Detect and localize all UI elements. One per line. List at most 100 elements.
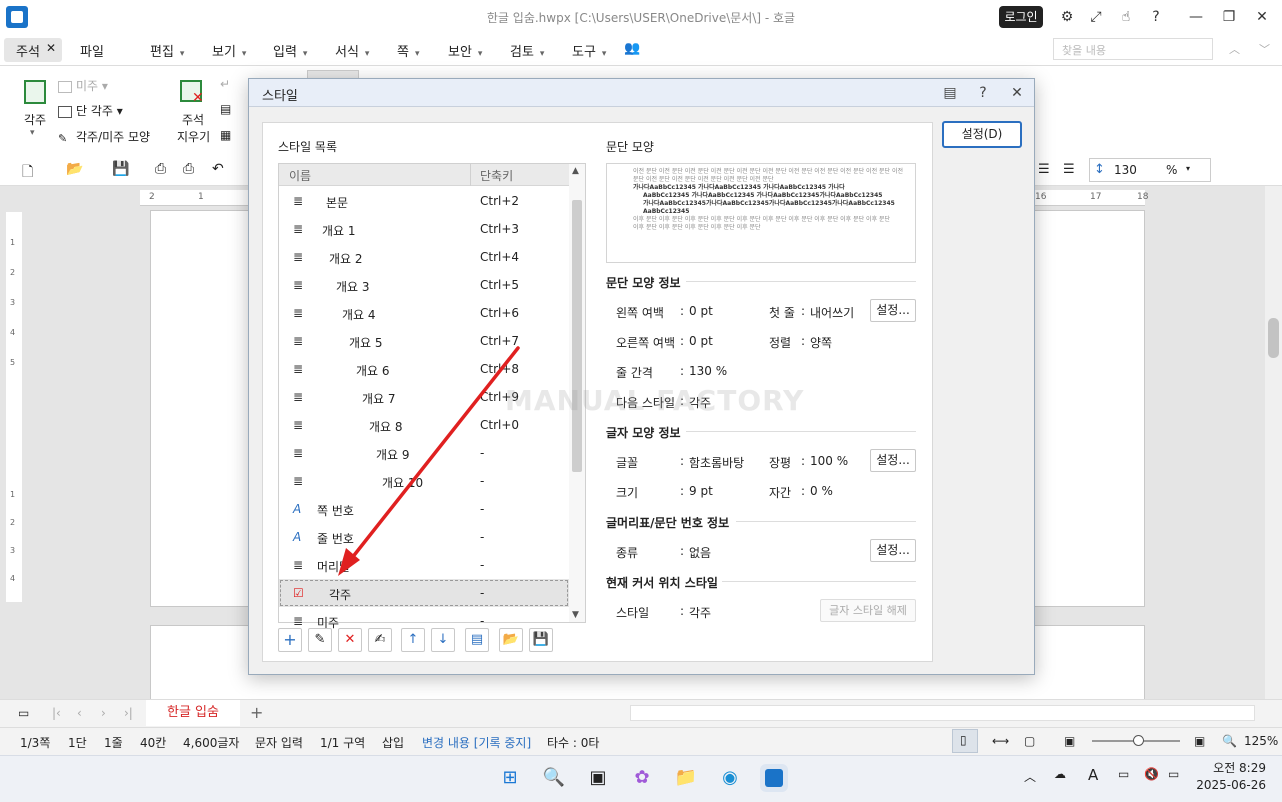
chevron-down-icon[interactable]: ﹀ <box>1259 41 1270 57</box>
ime-icon[interactable]: A <box>1088 766 1098 784</box>
open-style-icon[interactable]: 📂 <box>499 628 523 652</box>
import-style-icon[interactable]: ▤ <box>465 628 489 652</box>
open-folder-icon[interactable]: 📂 <box>66 161 83 177</box>
menu-page[interactable]: 쪽 ▾ <box>397 41 420 60</box>
zoom-slider-thumb[interactable] <box>1133 735 1144 746</box>
col-name-header[interactable]: 이름 <box>289 167 311 184</box>
footnote-shape-button[interactable]: ✎ 각주/미주 모양 <box>58 128 150 145</box>
edge-icon[interactable]: ◉ <box>716 764 744 792</box>
horizontal-scrollbar[interactable] <box>630 705 1255 721</box>
menu-security[interactable]: 보안 ▾ <box>448 41 482 60</box>
comment-list-icon[interactable]: ▦ <box>220 128 231 142</box>
release-char-style-button[interactable]: 글자 스타일 해제 <box>820 599 916 622</box>
menu-file[interactable]: 파일 <box>80 41 104 60</box>
save-icon[interactable]: 💾 <box>112 161 129 177</box>
login-button[interactable]: 로그인 <box>999 6 1043 28</box>
footnote-icon[interactable] <box>24 80 46 104</box>
page-view-icon[interactable]: ▯ <box>960 733 967 747</box>
copilot-icon[interactable]: ✿ <box>628 764 656 792</box>
move-down-icon[interactable]: ↓ <box>431 628 455 652</box>
col-shortcut-header[interactable]: 단축키 <box>480 167 513 184</box>
align-justify-icon[interactable]: ☰ <box>1038 162 1050 177</box>
print-preview-icon[interactable]: ⎙ <box>183 161 194 177</box>
first-tab-icon[interactable]: |‹ <box>52 706 61 720</box>
vertical-ruler[interactable]: 1 2 3 4 5 1 2 3 4 <box>6 212 22 602</box>
minimize-icon[interactable]: — <box>1187 8 1205 26</box>
status-input-mode[interactable]: 문자 입력 <box>255 734 303 751</box>
unit-dropdown-icon[interactable]: ▾ <box>1186 164 1190 173</box>
style-list-item[interactable]: ≣ 본문 Ctrl+2 <box>279 187 569 215</box>
scroll-up-icon[interactable]: ▲ <box>572 166 579 176</box>
search-icon[interactable]: 🔍 <box>540 764 568 792</box>
add-style-icon[interactable]: + <box>278 628 302 652</box>
menu-edit[interactable]: 편집 ▾ <box>150 41 184 60</box>
hand-icon[interactable]: ☝ <box>1117 8 1135 26</box>
tab-list-icon[interactable]: ▭ <box>18 706 29 720</box>
scroll-down-icon[interactable]: ▼ <box>572 610 579 620</box>
dialog-titlebar[interactable] <box>249 79 1034 107</box>
footnote-dropdown-icon[interactable]: ▾ <box>30 128 35 138</box>
fit-page-icon[interactable]: ▢ <box>1024 734 1035 748</box>
save-style-icon[interactable]: 💾 <box>529 628 553 652</box>
people-icon[interactable]: 👥 <box>624 41 640 56</box>
endnote-button[interactable]: 미주 ▾ <box>58 77 108 94</box>
align-distribute-icon[interactable]: ☰ <box>1063 162 1075 177</box>
prev-comment-icon[interactable]: ↵ <box>220 77 230 91</box>
chevron-up-icon[interactable]: ︿ <box>1229 41 1240 57</box>
dialog-comment-icon[interactable]: ▤ <box>941 84 959 102</box>
add-tab-icon[interactable]: + <box>250 703 263 722</box>
close-tab-icon[interactable]: ✕ <box>46 41 56 55</box>
para-settings-button[interactable]: 설정... <box>870 299 916 322</box>
last-tab-icon[interactable]: ›| <box>124 706 133 720</box>
undo-icon[interactable]: ↶ <box>212 161 224 177</box>
volume-mute-icon[interactable]: 🔇 <box>1144 767 1159 781</box>
tray-chevron-icon[interactable]: ︿ <box>1024 768 1036 785</box>
vertical-scrollbar[interactable] <box>1265 186 1282 699</box>
replace-style-icon[interactable]: ✍ <box>368 628 392 652</box>
print-icon[interactable]: ⎙ <box>155 161 166 177</box>
close-window-icon[interactable]: ✕ <box>1253 8 1271 26</box>
help-icon[interactable]: ? <box>1147 8 1165 26</box>
footnote-button[interactable]: 각주 <box>24 111 46 128</box>
style-list-scroll-thumb[interactable] <box>572 200 582 472</box>
char-settings-button[interactable]: 설정... <box>870 449 916 472</box>
hwp-taskbar-icon[interactable] <box>760 764 788 792</box>
zoom-out-icon[interactable]: ▣ <box>1064 734 1075 748</box>
style-list-item[interactable]: ≣ 개요 3 Ctrl+5 <box>279 271 569 299</box>
zoom-fit-icon[interactable]: ▣ <box>1194 734 1205 748</box>
windows-start-icon[interactable]: ⊞ <box>496 764 524 792</box>
cloud-off-icon[interactable]: ☁ <box>1054 767 1066 781</box>
new-doc-icon[interactable]: 🗋 <box>22 161 33 185</box>
system-clock[interactable]: 오전 8:29 2025-06-26 <box>1196 760 1266 794</box>
status-track-changes[interactable]: 변경 내용 [기록 중지] <box>422 734 531 751</box>
zoom-search-icon[interactable]: 🔍 <box>1222 734 1237 748</box>
edit-style-icon[interactable]: ✎ <box>308 628 332 652</box>
line-spacing-field[interactable]: ↕ 130 % ▾ <box>1089 158 1211 182</box>
menu-tools[interactable]: 도구 ▾ <box>572 41 606 60</box>
fit-width-icon[interactable]: ⟷ <box>992 734 1009 748</box>
numbering-settings-button[interactable]: 설정... <box>870 539 916 562</box>
move-up-icon[interactable]: ↑ <box>401 628 425 652</box>
search-input[interactable]: 찾을 내용 <box>1053 38 1213 60</box>
network-icon[interactable]: ▭ <box>1118 767 1129 781</box>
menu-format[interactable]: 서식 ▾ <box>335 41 369 60</box>
dialog-close-icon[interactable]: ✕ <box>1008 84 1026 102</box>
delete-style-icon[interactable]: ✕ <box>338 628 362 652</box>
style-list-item[interactable]: ≣ 개요 4 Ctrl+6 <box>279 299 569 327</box>
settings-button[interactable]: 설정(D) <box>942 121 1022 148</box>
document-tab[interactable]: 한글 입숨 <box>146 700 240 726</box>
expand-icon[interactable]: ⤢ <box>1087 8 1105 26</box>
menu-insert[interactable]: 입력 ▾ <box>273 41 307 60</box>
single-footnote-button[interactable]: 단 각주 ▾ <box>58 102 123 119</box>
style-list-item[interactable]: ≣ 개요 2 Ctrl+4 <box>279 243 569 271</box>
status-insert[interactable]: 삽입 <box>382 734 404 751</box>
style-list-item[interactable]: ≣ 개요 1 Ctrl+3 <box>279 215 569 243</box>
vertical-scroll-thumb[interactable] <box>1268 318 1279 358</box>
restore-icon[interactable]: ❐ <box>1220 8 1238 26</box>
delete-comment-icon[interactable]: ✕ <box>180 80 204 106</box>
style-list-item[interactable]: ≣ 미주 - <box>279 607 569 630</box>
zoom-level[interactable]: 125% <box>1244 734 1278 748</box>
delete-comment-label-1[interactable]: 주석 <box>182 111 204 128</box>
style-list-item[interactable]: ☑ 각주 - <box>279 579 569 607</box>
hwp-app-icon[interactable] <box>6 6 28 28</box>
